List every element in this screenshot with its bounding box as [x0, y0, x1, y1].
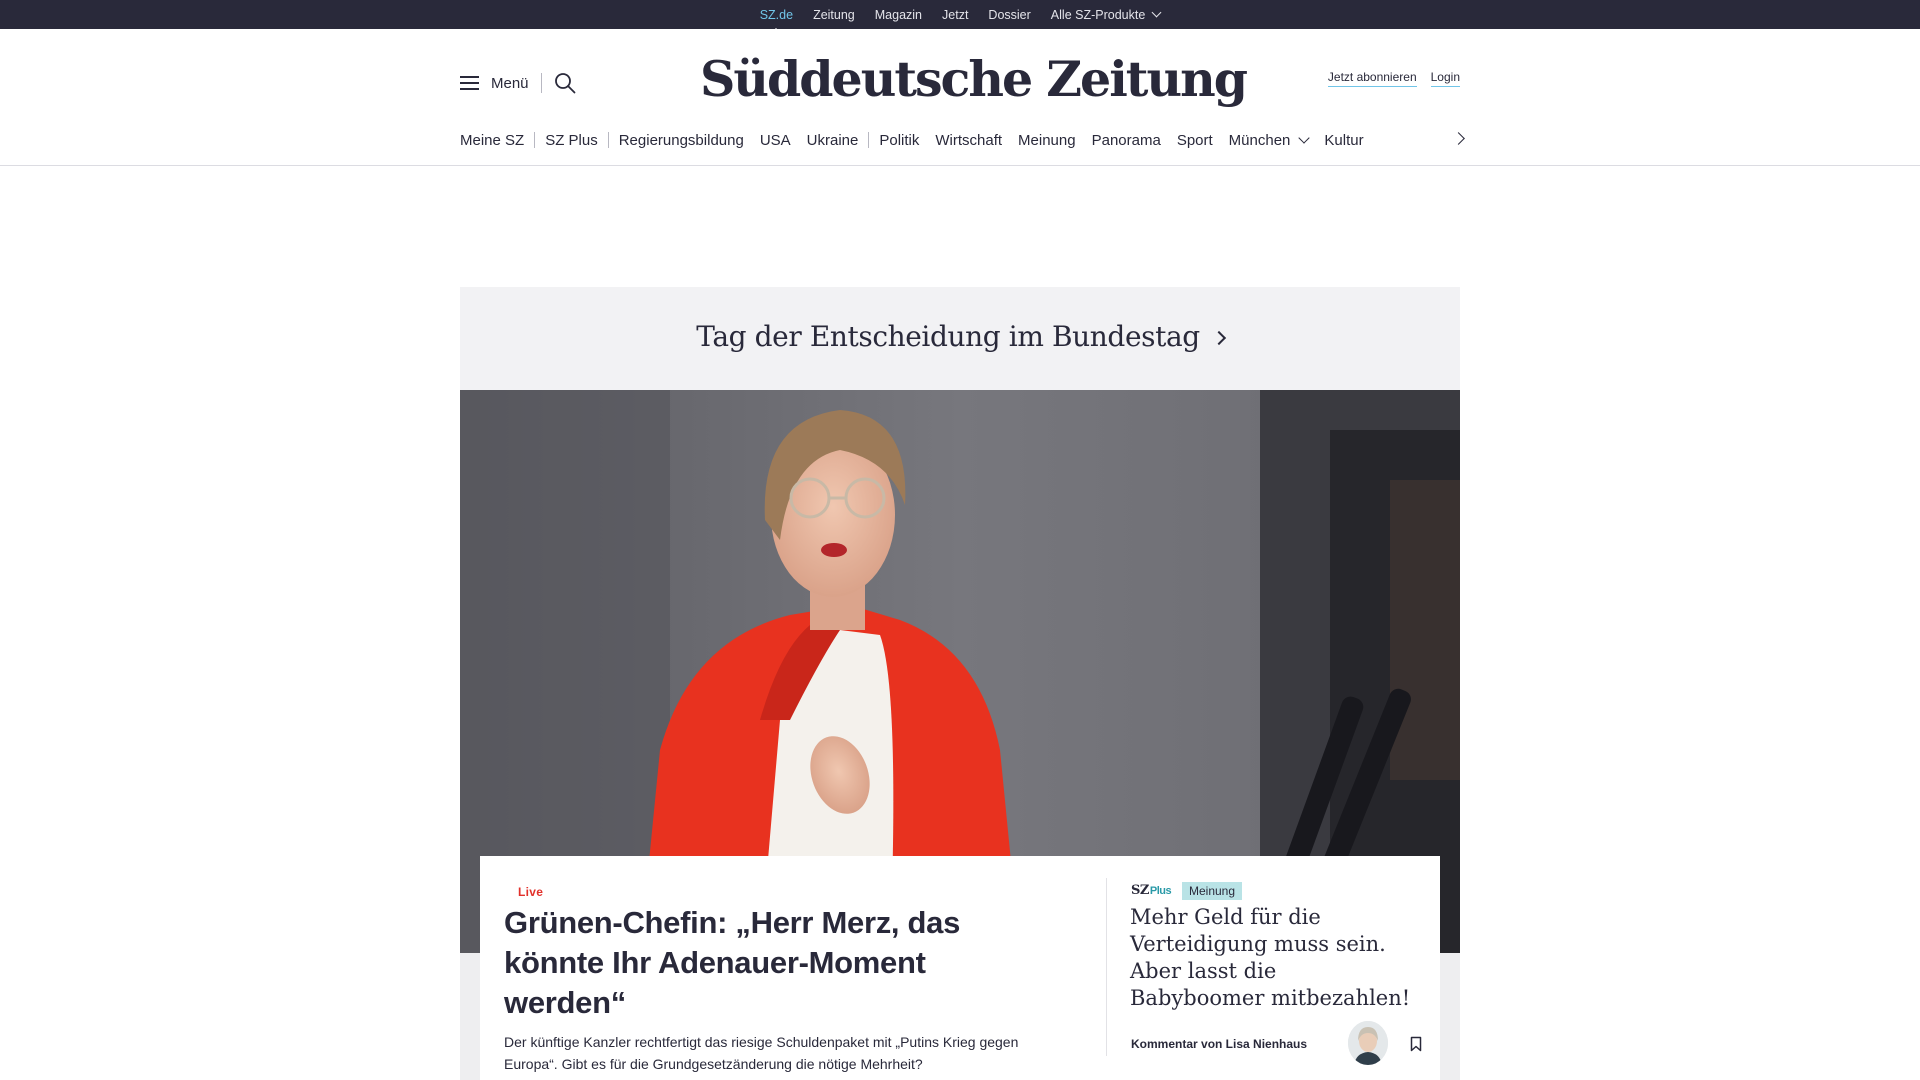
nav-divider — [0, 165, 1920, 166]
opinion-author: Kommentar von Lisa Nienhaus — [1131, 1037, 1308, 1051]
nav-item-muenchen-label: München — [1228, 131, 1291, 149]
nav-item-usa[interactable]: USA — [760, 132, 791, 149]
chevron-right-icon — [1211, 330, 1226, 346]
header-divider — [540, 73, 542, 93]
nav-item-kultur[interactable]: Kultur — [1324, 132, 1363, 149]
nav-item-wirtschaft[interactable]: Wirtschaft — [935, 132, 1002, 149]
sz-plus-logo-brand: SZ — [1131, 883, 1149, 898]
sz-plus-logo-suffix: Plus — [1149, 885, 1172, 897]
lead-article-card[interactable]: Live Grünen-Chefin: „Herr Merz, das könn… — [480, 856, 1440, 1080]
nav-item-muenchen[interactable]: München — [1228, 131, 1311, 149]
nav-item-ukraine[interactable]: Ukraine — [807, 132, 859, 149]
header-left-tools: Menü — [460, 70, 576, 96]
nav-item-meinung[interactable]: Meinung — [1018, 132, 1076, 149]
card-divider — [1106, 878, 1107, 1056]
search-icon[interactable] — [554, 72, 576, 94]
header-account-links: Jetzt abonnieren Login — [1327, 70, 1460, 87]
menu-button[interactable]: Menü — [491, 75, 529, 92]
product-link-zeitung[interactable]: Zeitung — [813, 8, 855, 22]
product-link-dossier[interactable]: Dossier — [988, 8, 1030, 22]
login-link[interactable]: Login — [1430, 70, 1460, 87]
nav-separator — [534, 132, 536, 148]
chevron-down-icon — [1151, 7, 1162, 17]
hamburger-icon[interactable] — [460, 76, 479, 90]
sz-plus-logo: SZPlus — [1131, 883, 1172, 898]
opinion-headline[interactable]: Mehr Geld für die Verteidigung muss sein… — [1130, 904, 1415, 1012]
meinung-badge: Meinung — [1182, 882, 1243, 900]
product-link-jetzt[interactable]: Jetzt — [942, 8, 968, 22]
product-dropdown-all[interactable]: Alle SZ-Produkte — [1050, 7, 1162, 22]
lead-headline[interactable]: Grünen-Chefin: „Herr Merz, das könnte Ih… — [504, 903, 1044, 1023]
nav-separator — [607, 132, 609, 148]
nav-item-meine-sz[interactable]: Meine SZ — [460, 132, 524, 149]
theme-banner[interactable]: Tag der Entscheidung im Bundestag — [460, 287, 1460, 390]
live-badge: Live — [518, 885, 544, 899]
nav-item-regierungsbildung[interactable]: Regierungsbildung — [619, 132, 744, 149]
product-link-magazin[interactable]: Magazin — [875, 8, 922, 22]
section-nav: Meine SZ SZ Plus Regierungsbildung USA U… — [460, 126, 1460, 154]
nav-item-sport[interactable]: Sport — [1177, 132, 1213, 149]
site-logo[interactable]: Süddeutsche Zeitung — [700, 44, 1248, 114]
nav-item-sz-plus[interactable]: SZ Plus — [545, 132, 598, 149]
nav-separator — [868, 132, 870, 148]
subscribe-link[interactable]: Jetzt abonnieren — [1327, 70, 1417, 87]
product-link-szde[interactable]: SZ.de — [760, 8, 793, 34]
top-product-bar: SZ.de Zeitung Magazin Jetzt Dossier Alle… — [0, 0, 1920, 34]
theme-title: Tag der Entscheidung im Bundestag — [696, 320, 1200, 353]
bookmark-icon[interactable] — [1410, 1036, 1422, 1052]
nav-item-politik[interactable]: Politik — [879, 132, 919, 149]
product-nav: SZ.de Zeitung Magazin Jetzt Dossier Alle… — [0, 0, 1920, 34]
avatar — [1348, 1021, 1388, 1065]
product-dropdown-label: Alle SZ-Produkte — [1050, 7, 1146, 22]
lead-teaser[interactable]: Der künftige Kanzler rechtfertigt das ri… — [504, 1031, 1064, 1075]
nav-item-panorama[interactable]: Panorama — [1092, 132, 1161, 149]
chevron-down-icon — [1298, 131, 1311, 144]
